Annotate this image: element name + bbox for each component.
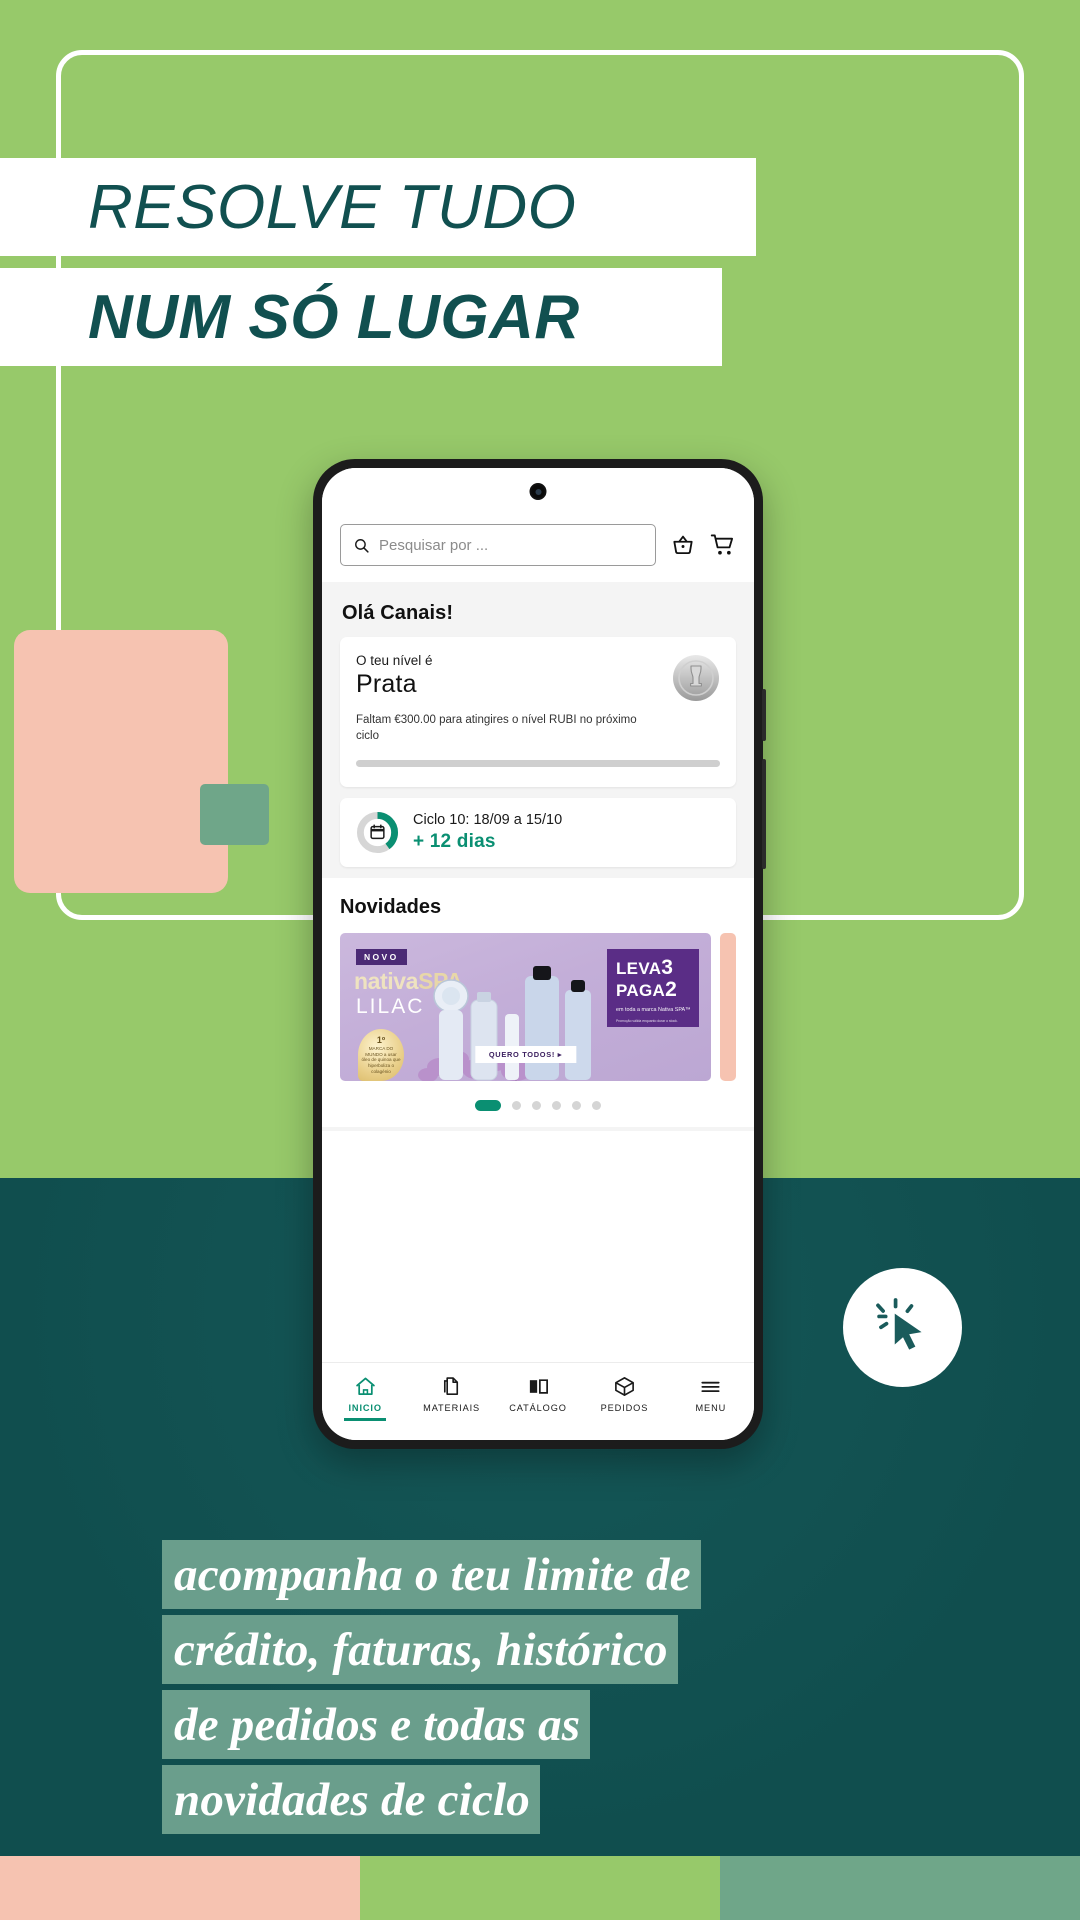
footer-bar-green — [360, 1856, 720, 1920]
nav-item-inicio[interactable]: INICIO — [322, 1372, 408, 1421]
decorative-sage-block — [200, 784, 269, 845]
nav-item-pedidos[interactable]: PEDIDOS — [581, 1372, 667, 1413]
nav-item-menu[interactable]: MENU — [668, 1372, 754, 1413]
click-cursor-icon — [875, 1297, 922, 1350]
carousel-dot-2[interactable] — [512, 1100, 521, 1110]
news-carousel[interactable]: NOVO nativaSPA LILAC 1º MARCA DO MUNDO a… — [340, 932, 736, 1081]
banner-brand-a: nativa — [354, 967, 419, 994]
nav-item-catalogo[interactable]: CATÁLOGO — [495, 1372, 581, 1413]
search-input[interactable]: Pesquisar por ... — [340, 524, 656, 566]
footer-color-bars — [0, 1856, 1080, 1920]
documents-icon — [444, 1377, 459, 1395]
front-camera — [529, 483, 547, 500]
headline-line-1-text: RESOLVE TUDO — [88, 172, 577, 242]
caption-line-1: acompanha o teu limite de — [162, 1540, 701, 1609]
product-bottles-image — [433, 965, 591, 1081]
cycle-title: Ciclo 10: 18/09 a 15/10 — [413, 811, 563, 828]
decorative-peach-block — [14, 630, 228, 893]
nav-active-underline — [344, 1418, 387, 1421]
level-subtitle: O teu nível é — [356, 653, 433, 668]
phone-mockup: Pesquisar por ... Olá Canais! O teu níve… — [313, 459, 766, 1449]
basket-icon[interactable] — [670, 532, 696, 558]
level-name: Prata — [356, 670, 417, 698]
banner-promo-box: LEVA3 PAGA2 em toda a marca Nativa SPA™ … — [607, 948, 699, 1027]
calendar-icon — [370, 824, 385, 839]
level-progress-bar — [356, 759, 720, 767]
silver-trophy-badge-icon — [672, 654, 720, 703]
cart-icon[interactable] — [710, 532, 736, 558]
banner-novo-tag: NOVO — [356, 948, 407, 965]
promo-number-2: 2 — [665, 977, 678, 1001]
caption-line-4: novidades de ciclo — [162, 1765, 541, 1834]
promo-legal: Promoção válida enquanto durar o stock. — [616, 1018, 678, 1023]
cycle-card[interactable]: Ciclo 10: 18/09 a 15/10 + 12 dias — [340, 797, 736, 867]
level-description: Faltam €300.00 para atingires o nível RU… — [356, 714, 637, 743]
promo-leva: LEVA — [616, 958, 662, 978]
news-title: Novidades — [340, 895, 442, 918]
search-placeholder: Pesquisar por ... — [379, 536, 489, 554]
caption-line-2: crédito, faturas, histórico — [162, 1615, 678, 1684]
next-banner-peek[interactable] — [720, 932, 736, 1081]
banner-seal-text: MARCA DO MUNDO a usar óleo de quinoa que… — [361, 1045, 401, 1074]
banner-brand-line2: LILAC — [356, 994, 425, 1018]
carousel-dot-1[interactable] — [475, 1099, 501, 1111]
nav-label-menu: MENU — [695, 1403, 727, 1413]
nav-label-inicio: INICIO — [348, 1403, 382, 1413]
promo-number-3: 3 — [661, 955, 674, 979]
nav-item-materiais[interactable]: MATERIAIS — [408, 1372, 494, 1413]
footer-bar-sage — [720, 1856, 1080, 1920]
poster-stage: RESOLVE TUDO NUM SÓ LUGAR Pesquisar por … — [0, 0, 1080, 1920]
caption-line-3: de pedidos e todas as — [162, 1690, 591, 1759]
nav-label-catalogo: CATÁLOGO — [509, 1403, 567, 1413]
caption-block: acompanha o teu limite de crédito, fatur… — [162, 1540, 962, 1840]
headline-line-2: NUM SÓ LUGAR — [0, 268, 722, 366]
carousel-dot-4[interactable] — [552, 1100, 561, 1110]
cycle-texts: Ciclo 10: 18/09 a 15/10 + 12 dias — [413, 812, 562, 853]
cycle-progress-ring — [356, 811, 399, 854]
carousel-dot-5[interactable] — [572, 1100, 581, 1110]
promo-banner[interactable]: NOVO nativaSPA LILAC 1º MARCA DO MUNDO a… — [340, 932, 711, 1081]
box-icon — [614, 1377, 634, 1396]
promo-line-1: LEVA3 — [616, 955, 691, 979]
banner-seal: 1º MARCA DO MUNDO a usar óleo de quinoa … — [358, 1028, 404, 1081]
level-card[interactable]: O teu nível é Prata Faltam €300.00 para … — [340, 637, 736, 787]
headline-line-2-text: NUM SÓ LUGAR — [88, 282, 580, 352]
headline-line-1: RESOLVE TUDO — [0, 158, 756, 256]
carousel-dots[interactable] — [340, 1080, 736, 1127]
nav-label-materiais: MATERIAIS — [423, 1403, 481, 1413]
banner-seal-top: 1º — [376, 1034, 386, 1045]
promo-paga: PAGA — [616, 980, 666, 1000]
app-scroll-body: Olá Canais! O teu nível é Prata Faltam €… — [322, 582, 754, 1131]
greeting-text: Olá Canais! — [342, 602, 454, 624]
hamburger-icon — [701, 1381, 720, 1393]
search-icon — [355, 538, 369, 553]
carousel-dot-3[interactable] — [532, 1100, 541, 1110]
banner-cta-button[interactable]: QUERO TODOS! ▸ — [474, 1045, 577, 1063]
bottom-navigation: INICIO MATERIAIS CATÁLOGO PEDIDOS MENU — [322, 1362, 754, 1440]
promo-subtext: em toda a marca Nativa SPA™ — [616, 1006, 691, 1013]
news-section: Novidades NOVO nativaSPA LILAC 1º MARCA … — [322, 877, 754, 1127]
nav-label-pedidos: PEDIDOS — [600, 1403, 649, 1413]
book-icon — [529, 1379, 548, 1394]
promo-line-2: PAGA2 — [616, 977, 691, 1001]
click-cursor-badge — [843, 1268, 962, 1387]
cycle-days-left: + 12 dias — [413, 830, 496, 852]
carousel-dot-6[interactable] — [592, 1100, 601, 1110]
home-icon — [355, 1377, 375, 1396]
footer-bar-peach — [0, 1856, 360, 1920]
phone-screen: Pesquisar por ... Olá Canais! O teu níve… — [322, 468, 754, 1440]
